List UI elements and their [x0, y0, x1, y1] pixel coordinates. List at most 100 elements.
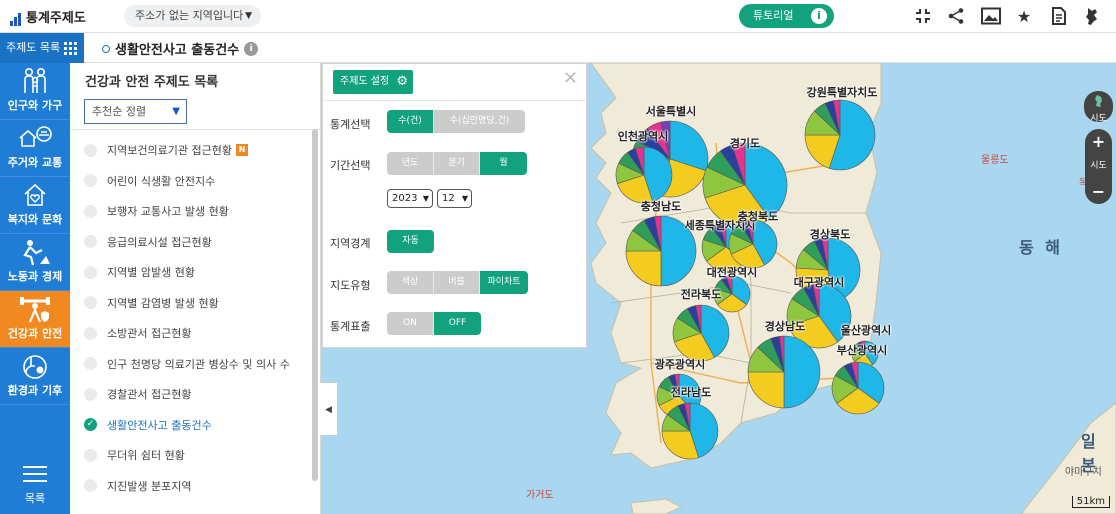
tutorial-button[interactable]: 튜토리얼 i — [739, 4, 834, 28]
zoom-in-button[interactable]: + — [1085, 129, 1112, 154]
chevron-down-icon: ▼ — [172, 106, 180, 117]
collapse-panel-button[interactable]: ◀ — [320, 382, 338, 436]
page-title: 생활안전사고 출동건수 i — [102, 39, 259, 58]
info-icon[interactable]: i — [244, 41, 259, 56]
settings-title-button[interactable]: 주제도 설정 ⚙ — [333, 70, 413, 94]
zoom-out-button[interactable]: − — [1085, 179, 1112, 204]
theme-list-item[interactable]: 어린이 식생활 안전지수 — [84, 166, 314, 197]
display-label: 통계표출 — [330, 320, 371, 333]
radio-icon — [84, 357, 97, 371]
category-population[interactable]: 인구와 가구 — [0, 63, 70, 120]
theme-list-item-label: 응급의료시설 접근현황 — [107, 235, 212, 249]
theme-list-item[interactable]: 지역보건의료기관 접근현황 N — [84, 135, 314, 166]
region-label: 부산광역시 — [836, 344, 888, 357]
theme-list-item-label: 경찰관서 접근현황 — [107, 388, 192, 402]
theme-list-item[interactable]: 인구 천명당 의료기관 병상수 및 의사 수 — [84, 349, 314, 380]
region-label: 충청남도 — [640, 200, 682, 213]
divider — [70, 129, 321, 130]
stat-option-rate[interactable]: 수(십만명당,건) — [434, 110, 525, 133]
settings-title: 주제도 설정 — [340, 76, 390, 87]
category-labor[interactable]: 노동과 경제 — [0, 234, 70, 291]
maptype-label: 지도유형 — [330, 279, 371, 292]
category-environment[interactable]: 환경과 기후 — [0, 348, 70, 405]
theme-list-item[interactable]: ✓ 생활안전사고 출동건수 — [84, 410, 314, 441]
fullscreen-exit-icon[interactable] — [912, 5, 934, 27]
boundary-option-auto[interactable]: 자동 — [387, 230, 434, 253]
top-bar: 통계주제도 주소가 없는 지역입니다 ▼ 튜토리얼 i ★ — [0, 0, 1116, 33]
maptype-option-bubble[interactable]: 버블 — [434, 271, 480, 294]
radio-icon — [84, 235, 97, 249]
sort-select-value: 추천순 정렬 — [92, 105, 147, 118]
category-health[interactable]: 건강과 안전 — [0, 291, 70, 348]
theme-list-tab-label: 주제도 목록 — [6, 41, 61, 54]
tutorial-label: 튜토리얼 — [753, 9, 794, 22]
month-select-value: 12 — [442, 193, 455, 204]
maptype-option-color[interactable]: 색상 — [387, 271, 434, 294]
theme-list-item[interactable]: 지역별 감염병 발생 현황 — [84, 288, 314, 319]
place-label: 가거도 — [526, 490, 554, 501]
sea-label: 동 해 — [1019, 238, 1064, 257]
radio-icon — [84, 204, 97, 218]
display-option-off[interactable]: OFF — [434, 312, 481, 335]
region-label: 경기도 — [729, 137, 761, 150]
check-icon: ✓ — [84, 418, 97, 432]
region-select-value: 주소가 없는 지역입니다 — [135, 9, 244, 22]
region-pie[interactable] — [661, 402, 719, 460]
image-icon[interactable] — [980, 5, 1002, 27]
logo[interactable]: 통계주제도 — [10, 7, 86, 26]
region-label: 인천광역시 — [617, 130, 669, 143]
grid-icon — [64, 42, 77, 55]
region-label: 광주광역시 — [654, 358, 706, 371]
settings-panel: 주제도 설정 ⚙ ✕ 통계선택 수(건) 수(십만명당,건) 기간선택 년도 분… — [322, 63, 587, 348]
close-icon[interactable]: ✕ — [563, 68, 578, 89]
new-badge: N — [235, 144, 248, 157]
caret-down-icon: ▼ — [245, 11, 252, 21]
category-welfare[interactable]: 복지와 문화 — [0, 177, 70, 234]
display-option-on[interactable]: ON — [387, 312, 434, 335]
month-select[interactable]: 12 ▼ — [437, 189, 472, 208]
region-label: 서울특별시 — [645, 105, 697, 118]
region-label: 전라북도 — [680, 288, 722, 301]
region-select[interactable]: 주소가 없는 지역입니다 ▼ — [124, 5, 261, 27]
period-option-quarter[interactable]: 분기 — [434, 152, 480, 175]
stat-option-count[interactable]: 수(건) — [387, 110, 434, 133]
theme-list-item[interactable]: 응급의료시설 접근현황 — [84, 227, 314, 258]
document-icon[interactable] — [1048, 5, 1070, 27]
period-option-year[interactable]: 년도 — [387, 152, 434, 175]
theme-list-item[interactable]: 지역별 암발생 현황 — [84, 257, 314, 288]
share-icon[interactable] — [945, 5, 967, 27]
hamburger-icon — [23, 466, 47, 482]
stat-label: 통계선택 — [330, 118, 371, 131]
boundary-selector: 자동 — [387, 230, 434, 253]
year-select[interactable]: 2023 ▼ — [387, 189, 433, 208]
theme-list-item[interactable]: 경찰관서 접근현황 — [84, 379, 314, 410]
theme-list-item[interactable]: 보행자 교통사고 발생 현황 — [84, 196, 314, 227]
radio-icon — [84, 387, 97, 401]
theme-list-item[interactable]: 소방관서 접근현황 — [84, 318, 314, 349]
theme-list-item-label: 무더위 쉼터 현황 — [107, 449, 185, 463]
category-nav: 인구와 가구 주거와 교통 복지와 문화 노동과 경제 건강과 안전 환경과 기… — [0, 63, 70, 514]
region-pie[interactable] — [615, 146, 673, 204]
info-icon: i — [811, 8, 827, 24]
star-icon[interactable]: ★ — [1013, 5, 1035, 27]
theme-list-item[interactable]: 무더위 쉼터 현황 — [84, 440, 314, 471]
region-pie[interactable] — [672, 304, 730, 362]
map-icon[interactable] — [1081, 5, 1103, 27]
region-pie[interactable] — [831, 361, 885, 415]
chevron-down-icon: ▼ — [461, 194, 468, 203]
maptype-option-pie[interactable]: 파이차트 — [480, 271, 528, 294]
sido-toggle-button[interactable]: 시도 — [1084, 91, 1113, 124]
health-safety-icon — [0, 291, 70, 323]
logo-chart-icon — [10, 13, 21, 26]
region-pie[interactable] — [804, 99, 876, 171]
theme-list-tab[interactable]: 주제도 목록 — [0, 33, 84, 63]
theme-list-item[interactable]: 지진발생 분포지역 — [84, 471, 314, 502]
region-pie[interactable] — [747, 335, 821, 409]
theme-list: 지역보건의료기관 접근현황 N 어린이 식생활 안전지수 보행자 교통사고 발생 현황… — [84, 135, 314, 501]
sort-select[interactable]: 추천순 정렬 ▼ — [84, 99, 187, 124]
category-label: 복지와 문화 — [7, 213, 63, 226]
category-housing[interactable]: 주거와 교통 — [0, 120, 70, 177]
scrollbar[interactable] — [312, 129, 318, 481]
category-menu-button[interactable]: 목록 — [0, 466, 70, 506]
period-option-month[interactable]: 월 — [480, 152, 527, 175]
